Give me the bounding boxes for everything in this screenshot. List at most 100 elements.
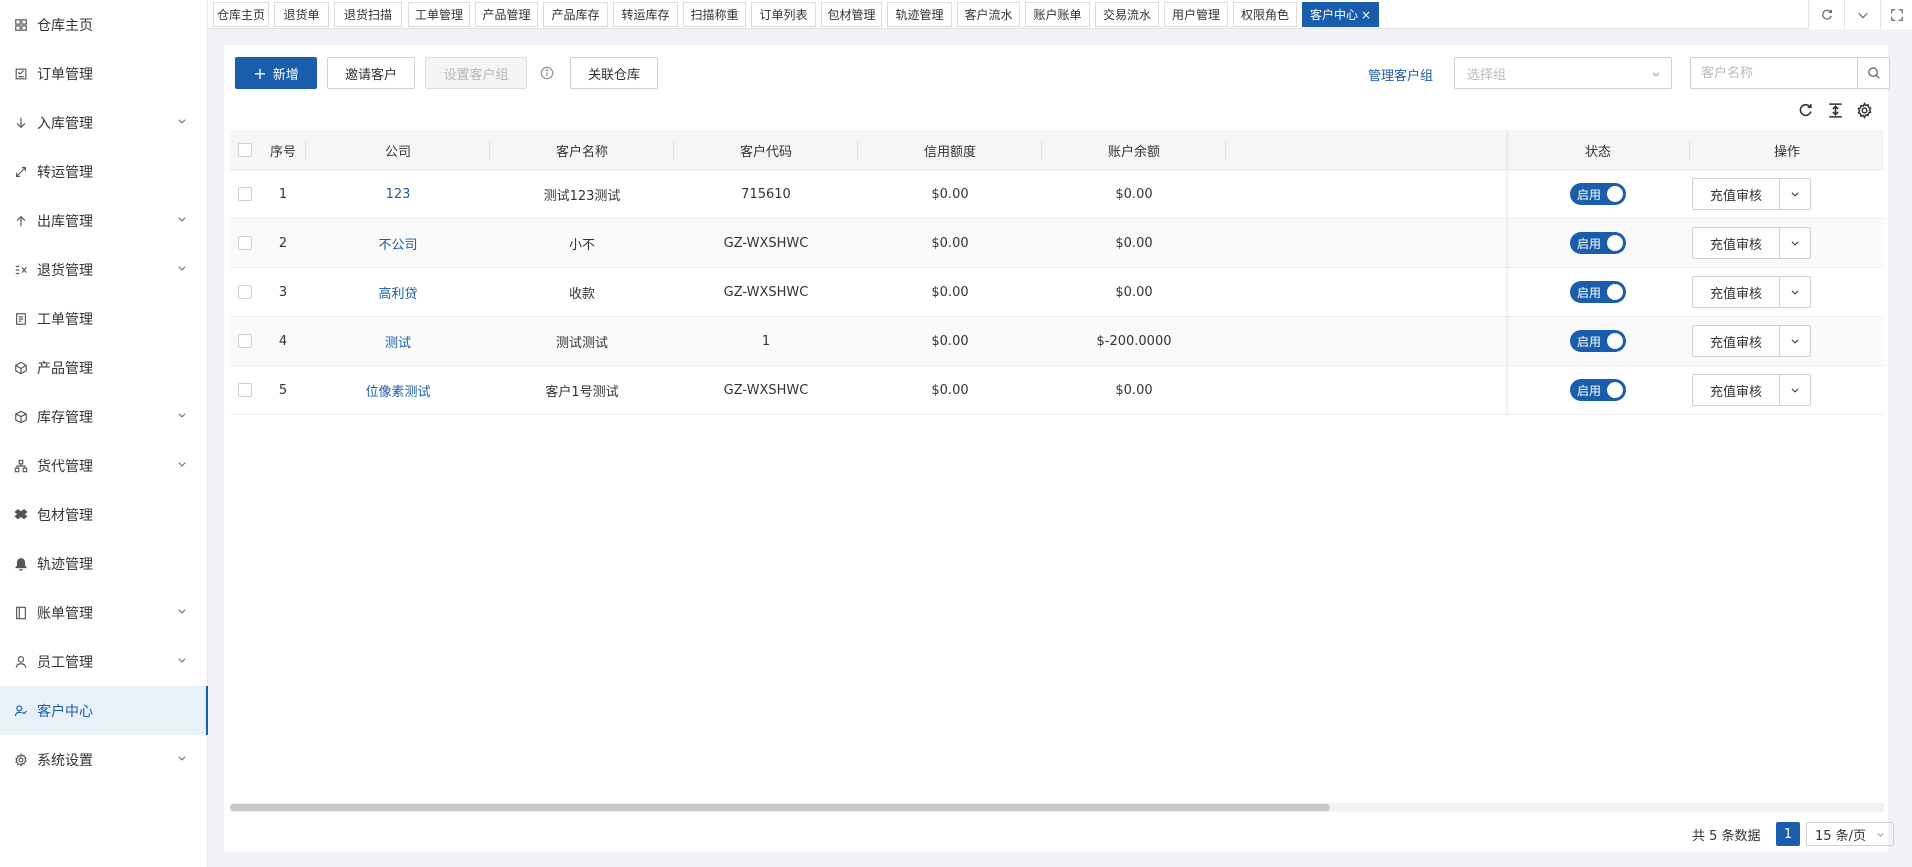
cell-name: 小不 <box>568 237 595 253</box>
gear-icon <box>1856 101 1872 119</box>
tab-2[interactable]: 退货扫描 <box>334 2 402 27</box>
fixed-column-shadow <box>1506 130 1509 415</box>
sidebar-item-7[interactable]: 产品管理 <box>0 343 207 392</box>
cell-credit: $0.00 <box>931 333 969 349</box>
tab-0[interactable]: 仓库主页 <box>213 2 269 27</box>
sidebar-item-8[interactable]: 库存管理 <box>0 392 207 441</box>
tab-5[interactable]: 产品库存 <box>543 2 608 27</box>
row-checkbox[interactable] <box>238 285 252 299</box>
invite-customer-button[interactable]: 邀请客户 <box>327 57 415 89</box>
refresh-icon <box>1799 103 1812 116</box>
chevron-down-icon <box>178 413 186 418</box>
sidebar-item-13[interactable]: 员工管理 <box>0 637 207 686</box>
column-height-button[interactable] <box>1826 101 1844 119</box>
group-select[interactable]: 选择组 <box>1454 57 1672 89</box>
tab-16[interactable]: 客户中心 × <box>1302 2 1379 27</box>
tab-6[interactable]: 转运库存 <box>613 2 678 27</box>
dropbox-icon <box>14 508 28 519</box>
row-checkbox[interactable] <box>238 236 252 250</box>
refresh-table-button[interactable] <box>1796 101 1814 119</box>
sidebar-item-11[interactable]: 轨迹管理 <box>0 539 207 588</box>
fullscreen-button[interactable] <box>1880 0 1912 29</box>
status-switch[interactable]: 启用 <box>1570 379 1626 401</box>
cell-company[interactable]: 不公司 <box>306 219 490 267</box>
refresh-tab-button[interactable] <box>1808 0 1844 29</box>
grid-icon-wrap <box>14 18 28 32</box>
chevron-down-icon <box>178 462 186 467</box>
recharge-review-button[interactable]: 充值审核 <box>1692 227 1780 259</box>
recharge-review-button[interactable]: 充值审核 <box>1692 276 1780 308</box>
table-settings-button[interactable] <box>1855 101 1873 119</box>
scrollbar-thumb[interactable] <box>230 804 1330 811</box>
tab-1[interactable]: 退货单 <box>274 2 329 27</box>
sidebar-item-label: 轨迹管理 <box>37 556 93 573</box>
recharge-review-button[interactable]: 充值审核 <box>1692 178 1780 210</box>
table-row: 2 不公司 小不 GZ-WXSHWC $0.00 $0.00 启用 充值审核 <box>230 219 1884 268</box>
cell-company[interactable]: 位像素测试 <box>306 366 490 414</box>
tab-13[interactable]: 交易流水 <box>1095 2 1159 27</box>
row-checkbox[interactable] <box>238 383 252 397</box>
sidebar-item-6[interactable]: 工单管理 <box>0 294 207 343</box>
cell-company[interactable]: 高利贷 <box>306 268 490 316</box>
chevron-down-icon <box>1791 241 1799 246</box>
sidebar-item-15[interactable]: 系统设置 <box>0 735 207 784</box>
add-button[interactable]: + 新增 <box>235 57 317 89</box>
column-header-label: 状态 <box>1584 144 1611 160</box>
action-dropdown-button[interactable] <box>1780 276 1811 308</box>
tab-11[interactable]: 客户流水 <box>957 2 1020 27</box>
tab-dropdown-button[interactable] <box>1844 0 1880 29</box>
link-warehouse-button[interactable]: 关联仓库 <box>570 57 658 89</box>
cell-index: 2 <box>278 235 288 251</box>
tab-10[interactable]: 轨迹管理 <box>887 2 952 27</box>
tab-9[interactable]: 包材管理 <box>821 2 882 27</box>
sidebar-item-12[interactable]: 账单管理 <box>0 588 207 637</box>
gear-icon-wrap <box>14 752 28 767</box>
page-number-1[interactable]: 1 <box>1776 822 1800 846</box>
chevron-down-icon <box>1791 388 1799 393</box>
tab-4[interactable]: 产品管理 <box>475 2 538 27</box>
recharge-review-button[interactable]: 充值审核 <box>1692 325 1780 357</box>
status-switch[interactable]: 启用 <box>1570 281 1626 303</box>
action-dropdown-button[interactable] <box>1780 325 1811 357</box>
tab-14[interactable]: 用户管理 <box>1164 2 1228 27</box>
cell-status: 启用 <box>1506 366 1690 414</box>
tab-3[interactable]: 工单管理 <box>408 2 470 27</box>
cell-name: 测试测试 <box>555 335 608 351</box>
action-dropdown-button[interactable] <box>1780 374 1811 406</box>
sidebar-item-4[interactable]: 出库管理 <box>0 196 207 245</box>
set-customer-group-button[interactable]: 设置客户组 <box>425 57 527 89</box>
sidebar-item-0[interactable]: 仓库主页 <box>0 0 207 49</box>
tab-8[interactable]: 订单列表 <box>751 2 816 27</box>
status-switch[interactable]: 启用 <box>1570 232 1626 254</box>
sidebar-item-2[interactable]: 入库管理 <box>0 98 207 147</box>
tab-15[interactable]: 权限角色 <box>1233 2 1297 27</box>
row-checkbox[interactable] <box>238 187 252 201</box>
action-dropdown-button[interactable] <box>1780 178 1811 210</box>
page-size-select[interactable]: 15 条/页 <box>1806 822 1894 846</box>
close-icon[interactable]: × <box>1361 8 1371 22</box>
cell-name: 测试123测试 <box>543 188 621 204</box>
search-button[interactable] <box>1857 58 1889 88</box>
tab-12[interactable]: 账户账单 <box>1025 2 1090 27</box>
sidebar-item-5[interactable]: 退货管理 <box>0 245 207 294</box>
manage-customer-group-link[interactable]: 管理客户组 <box>1368 65 1433 84</box>
status-switch[interactable]: 启用 <box>1570 183 1626 205</box>
sidebar-item-10[interactable]: 包材管理 <box>0 490 207 539</box>
sidebar-item-14[interactable]: 客户中心 <box>0 686 208 735</box>
customer-name-input[interactable] <box>1691 58 1857 88</box>
action-dropdown-button[interactable] <box>1780 227 1811 259</box>
select-all-checkbox[interactable] <box>238 143 252 157</box>
horizontal-scrollbar[interactable] <box>230 803 1884 812</box>
sidebar-item-9[interactable]: 货代管理 <box>0 441 207 490</box>
row-checkbox[interactable] <box>238 334 252 348</box>
sidebar-item-1[interactable]: 订单管理 <box>0 49 207 98</box>
sidebar-item-3[interactable]: 转运管理 <box>0 147 207 196</box>
tab-7[interactable]: 扫描称重 <box>683 2 746 27</box>
cell-company[interactable]: 123 <box>306 170 490 218</box>
recharge-review-button[interactable]: 充值审核 <box>1692 374 1780 406</box>
user-icon-wrap <box>14 655 28 669</box>
status-switch[interactable]: 启用 <box>1570 330 1626 352</box>
cell-company[interactable]: 测试 <box>306 317 490 365</box>
table-row: 1 123 测试123测试 715610 $0.00 $0.00 启用 充值审核 <box>230 170 1884 219</box>
info-icon[interactable] <box>540 66 554 80</box>
